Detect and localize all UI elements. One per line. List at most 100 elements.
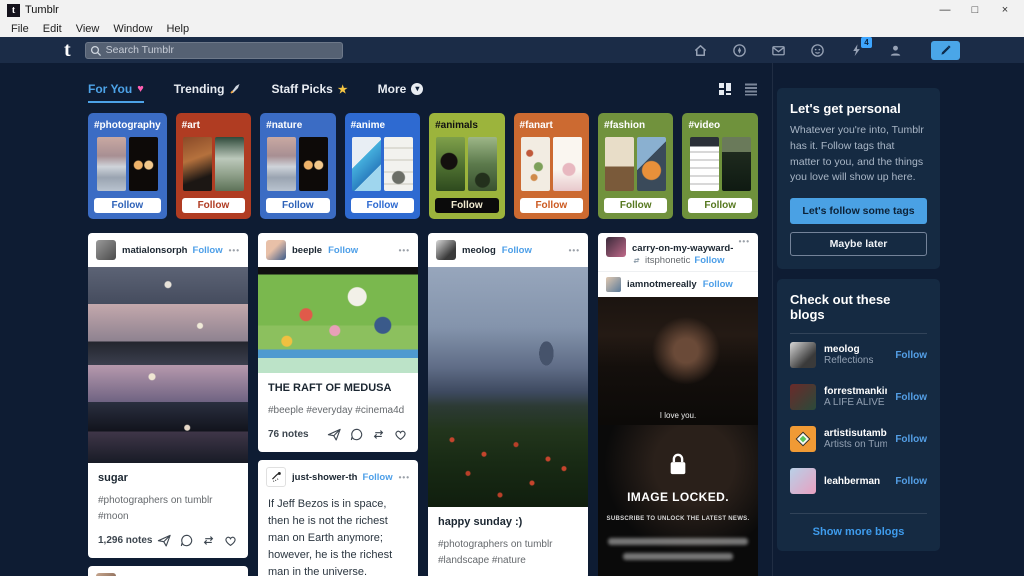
create-post-button[interactable]: [931, 41, 960, 60]
avatar[interactable]: [96, 240, 116, 260]
explore-compass-icon[interactable]: [732, 43, 747, 58]
follow-button[interactable]: Follow: [435, 198, 498, 213]
post-tags[interactable]: #photographers on tumblr #landscape #nat…: [438, 537, 578, 569]
post-tag[interactable]: #landscape #nature: [438, 555, 526, 566]
menu-edit[interactable]: Edit: [36, 23, 69, 35]
follow-link[interactable]: Follow: [703, 279, 733, 290]
list-view-icon[interactable]: [744, 82, 758, 96]
tag-card-art[interactable]: #art Follow: [176, 113, 251, 219]
tab-for-you[interactable]: For You ♥: [88, 75, 144, 103]
follow-button[interactable]: Follow: [604, 198, 667, 213]
menu-view[interactable]: View: [69, 23, 107, 35]
blog-name[interactable]: matialonsorphoto: [122, 245, 187, 256]
follow-button[interactable]: Follow: [266, 198, 329, 213]
tag-card-fanart[interactable]: #fanart Follow: [514, 113, 589, 219]
follow-link[interactable]: Follow: [328, 245, 358, 256]
follow-link[interactable]: Follow: [895, 434, 927, 445]
blog-row[interactable]: leahberman Follow: [790, 460, 927, 502]
post-tags[interactable]: #beeple #everyday #cinema4d: [268, 403, 408, 419]
grid-view-icon[interactable]: [718, 82, 732, 96]
maximize-button[interactable]: □: [960, 0, 990, 20]
show-more-blogs-link[interactable]: Show more blogs: [790, 514, 927, 538]
notes-count[interactable]: 1,296 notes: [98, 535, 152, 546]
avatar[interactable]: [790, 384, 816, 410]
follow-link[interactable]: Follow: [363, 472, 393, 483]
follow-button[interactable]: Follow: [94, 198, 161, 213]
blog-name[interactable]: just-shower-thoughts: [292, 472, 357, 483]
avatar[interactable]: [790, 426, 816, 452]
close-button[interactable]: ×: [990, 0, 1020, 20]
notes-count[interactable]: 76 notes: [268, 429, 309, 440]
tumblr-logo[interactable]: t: [64, 39, 71, 61]
follow-button[interactable]: Follow: [688, 198, 751, 213]
post-menu-icon[interactable]: •••: [399, 246, 410, 255]
reply-icon[interactable]: [349, 427, 364, 442]
search-input[interactable]: [85, 42, 343, 59]
post-image[interactable]: [258, 267, 418, 373]
tab-more[interactable]: More ▾: [378, 75, 424, 103]
activity-lightning-icon[interactable]: 4: [849, 43, 864, 58]
follow-link[interactable]: Follow: [895, 350, 927, 361]
blog-name[interactable]: leahberman: [824, 476, 880, 487]
blog-name[interactable]: artistisutambler: [824, 428, 887, 439]
post-menu-icon[interactable]: •••: [569, 246, 580, 255]
avatar[interactable]: [266, 467, 286, 487]
tag-card-video[interactable]: #video Follow: [682, 113, 757, 219]
post-image[interactable]: [428, 267, 588, 507]
post-menu-icon[interactable]: •••: [399, 473, 410, 482]
avatar[interactable]: [790, 342, 816, 368]
blog-name[interactable]: iamnotmereally: [627, 279, 697, 290]
share-icon[interactable]: [157, 533, 172, 548]
follow-button[interactable]: Follow: [520, 198, 583, 213]
follow-link[interactable]: Follow: [895, 392, 927, 403]
follow-button[interactable]: Follow: [351, 198, 414, 213]
post-tags[interactable]: #photographers on tumblr #moon: [98, 493, 238, 525]
blog-row[interactable]: forrestmankins A LIFE ALIVE Follow: [790, 376, 927, 418]
post-image[interactable]: [88, 267, 248, 463]
tab-trending[interactable]: Trending: [174, 75, 242, 103]
post-tag[interactable]: #photographers on tumblr: [438, 539, 553, 550]
home-icon[interactable]: [693, 43, 708, 58]
reblog-source-name[interactable]: itsphonetic: [645, 255, 690, 266]
tag-card-photography[interactable]: #photography Follow: [88, 113, 167, 219]
follow-button[interactable]: Follow: [182, 198, 245, 213]
post-menu-icon[interactable]: •••: [739, 237, 750, 271]
chat-smiley-icon[interactable]: [810, 43, 825, 58]
post-menu-icon[interactable]: •••: [229, 246, 240, 255]
tag-card-animals[interactable]: #animals Follow: [429, 113, 504, 219]
minimize-button[interactable]: —: [930, 0, 960, 20]
follow-link[interactable]: Follow: [694, 255, 724, 266]
reblog-icon[interactable]: [201, 533, 216, 548]
avatar[interactable]: [606, 237, 626, 257]
like-heart-icon[interactable]: [223, 533, 238, 548]
follow-link[interactable]: Follow: [502, 245, 532, 256]
follow-link[interactable]: Follow: [193, 245, 223, 256]
tag-card-nature[interactable]: #nature Follow: [260, 113, 335, 219]
blog-name[interactable]: carry-on-my-wayward-butt: [632, 243, 733, 254]
blog-row[interactable]: meolog Reflections Follow: [790, 334, 927, 376]
follow-tags-button[interactable]: Let's follow some tags: [790, 198, 927, 224]
blog-row[interactable]: artistisutambler Artists on Tumblr Follo…: [790, 418, 927, 460]
like-heart-icon[interactable]: [393, 427, 408, 442]
follow-link[interactable]: Follow: [895, 476, 927, 487]
blog-name[interactable]: meolog: [824, 344, 873, 355]
tag-card-anime[interactable]: #anime Follow: [345, 113, 420, 219]
account-person-icon[interactable]: [888, 43, 903, 58]
maybe-later-button[interactable]: Maybe later: [790, 232, 927, 256]
blog-name[interactable]: meolog: [462, 245, 496, 256]
menu-window[interactable]: Window: [106, 23, 159, 35]
avatar[interactable]: [266, 240, 286, 260]
avatar[interactable]: [606, 277, 621, 292]
menu-help[interactable]: Help: [159, 23, 196, 35]
share-icon[interactable]: [327, 427, 342, 442]
blog-name[interactable]: beeple: [292, 245, 322, 256]
tab-staff-picks[interactable]: Staff Picks ★: [271, 75, 347, 103]
blog-name[interactable]: forrestmankins: [824, 386, 887, 397]
messages-envelope-icon[interactable]: [771, 43, 786, 58]
tag-card-fashion[interactable]: #fashion Follow: [598, 113, 673, 219]
reblog-icon[interactable]: [371, 427, 386, 442]
reply-icon[interactable]: [179, 533, 194, 548]
post-image[interactable]: I love you.: [598, 297, 758, 425]
avatar[interactable]: [436, 240, 456, 260]
menu-file[interactable]: File: [4, 23, 36, 35]
